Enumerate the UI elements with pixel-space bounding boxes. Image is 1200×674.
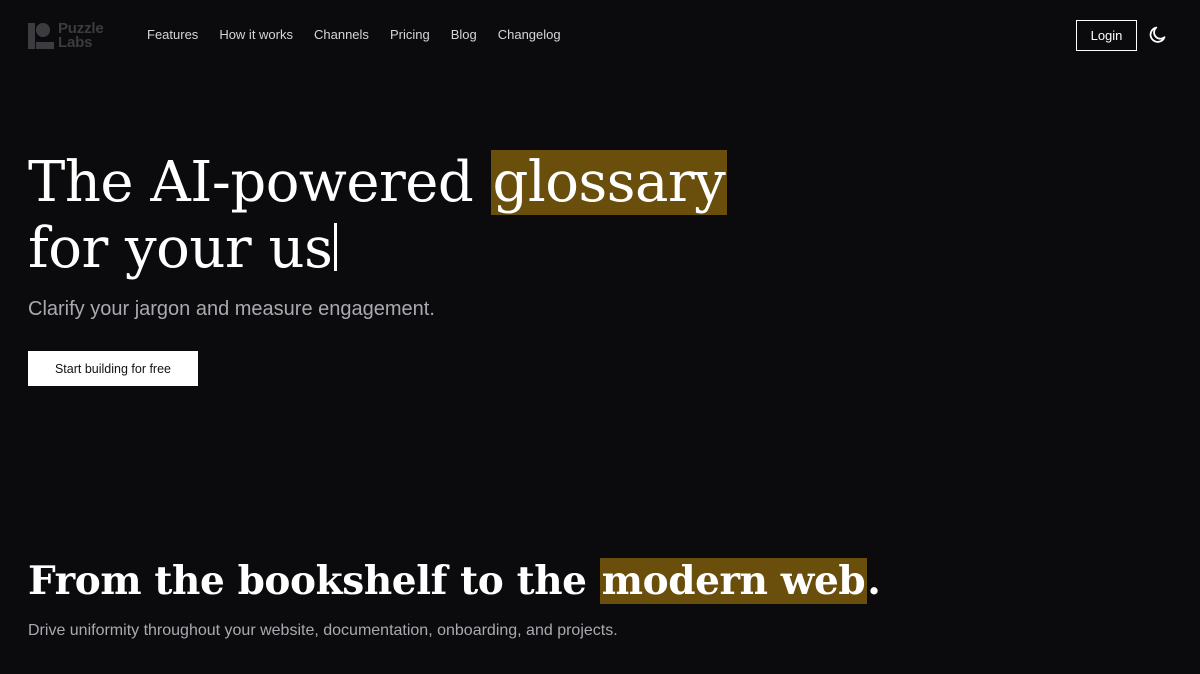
hero-title-line2: for your us (28, 216, 333, 281)
nav-item-how-it-works[interactable]: How it works (219, 27, 293, 43)
nav-item-pricing[interactable]: Pricing (390, 27, 430, 43)
hero-title-part1: The AI-powered (28, 150, 491, 215)
logo-text-line2: Labs (58, 34, 93, 51)
nav-item-channels[interactable]: Channels (314, 27, 369, 43)
logo-link[interactable]: Puzzle Labs (28, 20, 104, 52)
nav-item-blog[interactable]: Blog (451, 27, 477, 43)
main-nav: Features How it works Channels Pricing B… (147, 27, 561, 43)
page: Puzzle Labs Features How it works Channe… (0, 0, 1200, 674)
puzzle-logo-icon (28, 21, 54, 51)
typing-cursor (334, 223, 338, 271)
nav-item-features[interactable]: Features (147, 27, 198, 43)
section-title-part1: From the bookshelf to the (28, 558, 600, 604)
login-button[interactable]: Login (1076, 20, 1137, 51)
section-title-part2: . (867, 558, 881, 604)
hero-subtitle: Clarify your jargon and measure engageme… (28, 298, 435, 320)
site-header: Puzzle Labs Features How it works Channe… (0, 0, 1200, 70)
start-building-button[interactable]: Start building for free (28, 351, 198, 386)
section-title-highlight: modern web (599, 558, 868, 604)
moon-icon[interactable] (1147, 24, 1169, 46)
hero-title-highlight: glossary (490, 150, 728, 215)
section-title: From the bookshelf to the modern web. (28, 556, 1128, 606)
logo-text: Puzzle Labs (58, 21, 104, 51)
nav-item-changelog[interactable]: Changelog (498, 27, 561, 43)
section-subtitle: Drive uniformity throughout your website… (28, 622, 618, 639)
hero-title: The AI-powered glossary for your us (28, 150, 928, 282)
